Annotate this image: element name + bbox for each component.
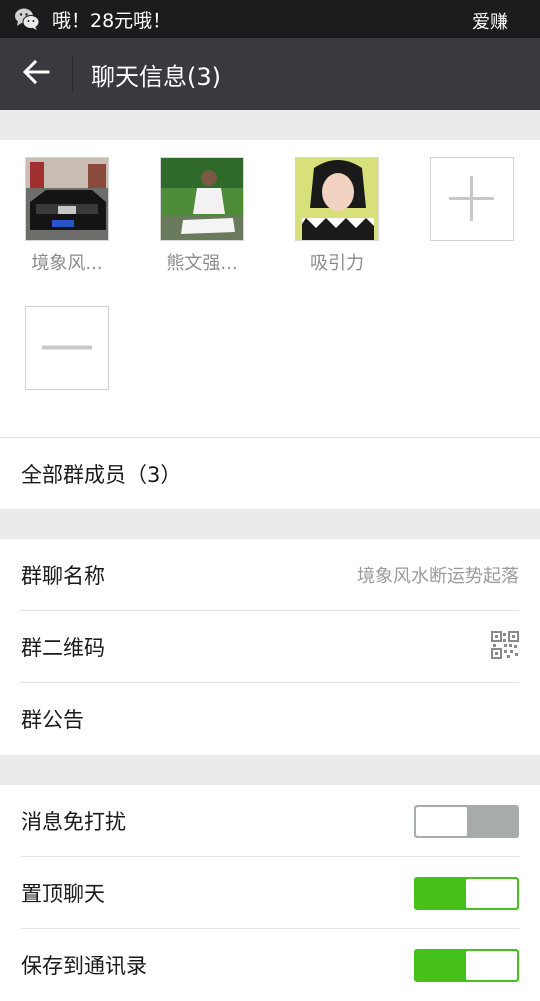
page-title: 聊天信息(3) — [91, 62, 221, 91]
group-name-label: 群聊名称 — [21, 564, 105, 588]
avatar — [295, 157, 379, 241]
member-name: 熊文强... — [166, 253, 238, 274]
save-contacts-label: 保存到通讯录 — [21, 954, 147, 978]
group-notice-row[interactable]: 群公告 — [0, 683, 540, 755]
avatar — [25, 157, 109, 241]
back-button[interactable] — [0, 38, 72, 110]
toggle-knob — [466, 950, 517, 980]
back-arrow-icon — [22, 59, 50, 89]
all-members-label: 全部群成员（3） — [21, 462, 182, 487]
pin-chat-row: 置顶聊天 — [0, 857, 540, 929]
save-contacts-row: 保存到通讯录 — [0, 929, 540, 1001]
avatar — [160, 157, 244, 241]
pin-chat-toggle[interactable] — [414, 876, 519, 910]
group-name-row[interactable]: 群聊名称 境象风水断运势起落 — [0, 539, 540, 611]
group-name-value: 境象风水断运势起落 — [357, 566, 519, 587]
member-avatar-item[interactable]: 境象风... — [25, 157, 109, 275]
notification-text: 哦！28元哦！ — [52, 9, 172, 32]
wechat-icon — [14, 7, 40, 31]
title-separator — [72, 56, 73, 92]
remove-member-button[interactable] — [25, 306, 109, 390]
add-member-button[interactable] — [430, 157, 514, 241]
qr-code-icon — [491, 630, 519, 664]
member-avatar-item[interactable]: 熊文强... — [160, 157, 244, 275]
group-qr-row[interactable]: 群二维码 — [0, 611, 540, 683]
mute-toggle[interactable] — [414, 804, 519, 838]
toggle-knob — [466, 878, 517, 908]
save-contacts-toggle[interactable] — [414, 948, 519, 982]
status-carrier-text: 爱赚 — [472, 12, 508, 33]
member-name: 境象风... — [31, 253, 103, 274]
group-notice-label: 群公告 — [21, 708, 84, 732]
all-members-row[interactable]: 全部群成员（3） — [0, 437, 540, 509]
member-avatar-item[interactable]: 吸引力 — [295, 157, 379, 275]
member-name: 吸引力 — [310, 253, 364, 274]
status-bar: 哦！28元哦！ 爱赚 — [0, 0, 540, 38]
title-bar: 聊天信息(3) — [0, 38, 540, 110]
pin-chat-label: 置顶聊天 — [21, 882, 105, 906]
members-panel: 境象风... 熊文强... 吸引力 — [0, 140, 540, 437]
mute-row: 消息免打扰 — [0, 785, 540, 857]
toggle-knob — [416, 806, 467, 836]
group-qr-label: 群二维码 — [21, 636, 105, 660]
mute-label: 消息免打扰 — [21, 810, 126, 834]
